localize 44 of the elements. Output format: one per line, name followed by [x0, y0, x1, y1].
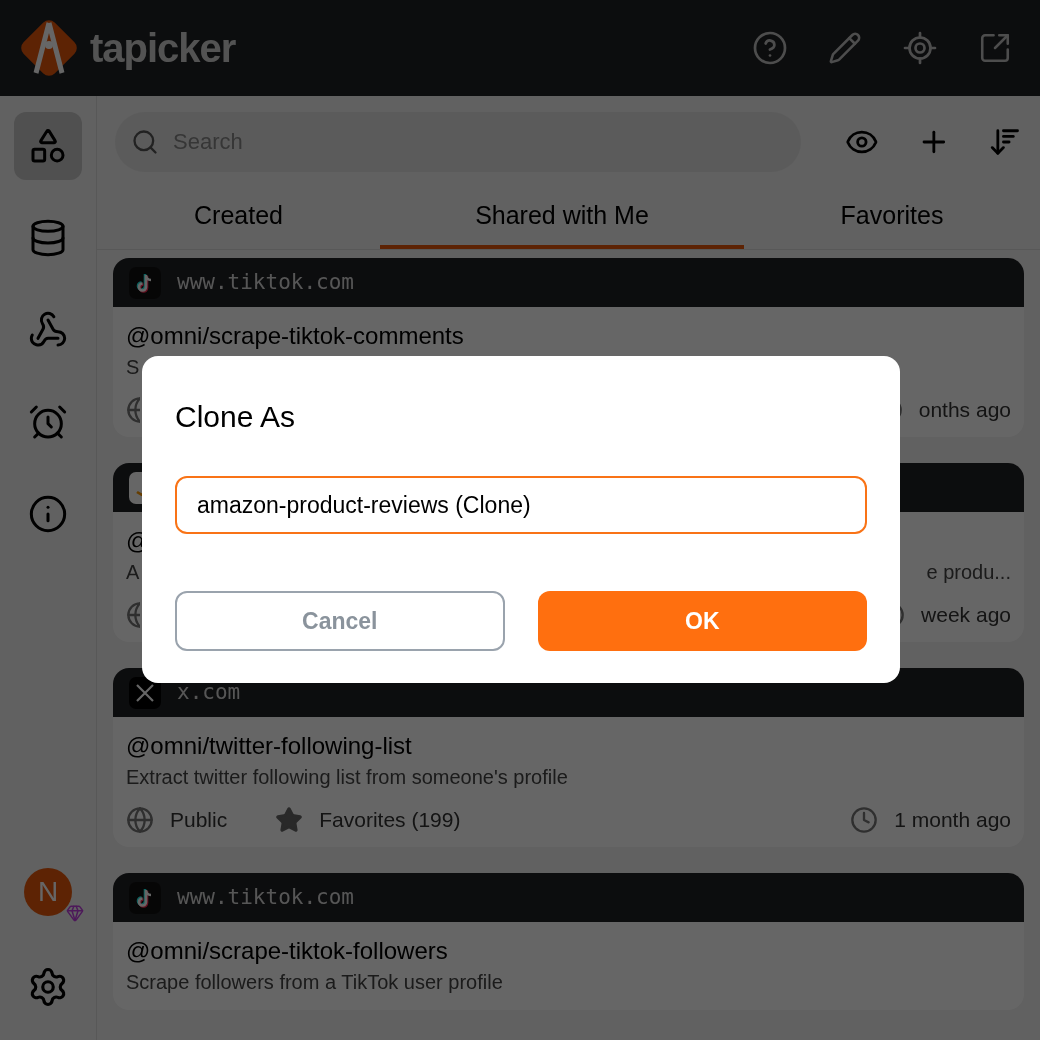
name-input[interactable]: amazon-product-reviews (Clone): [175, 476, 867, 534]
crosshair-icon[interactable]: [902, 30, 938, 66]
music-note-icon: [129, 881, 161, 914]
script-title: @omni/scrape-tiktok-followers: [126, 936, 448, 966]
dialog-title: Clone As: [175, 399, 297, 435]
help-icon[interactable]: [752, 30, 788, 66]
tab[interactable]: Shared with Me: [380, 186, 744, 249]
updated-time: onths ago: [918, 397, 1011, 424]
visibility-label: Public: [170, 807, 228, 834]
search-icon: [131, 128, 159, 156]
script-description: Extract twitter following list from someone's profile: [126, 765, 568, 790]
globe-icon: [126, 601, 140, 629]
star-icon: [275, 806, 304, 834]
cancel-button[interactable]: Cancel: [175, 591, 505, 651]
updated-time: week ago: [921, 602, 1011, 629]
tab[interactable]: Created: [97, 186, 380, 249]
site-url: x.com: [177, 678, 241, 706]
script-card[interactable]: www.tiktok.com @omni/scrape-tiktok-followers Scrape followers from a TikTok user profile: [113, 873, 1024, 1010]
script-description: S: [126, 355, 140, 380]
info-icon: [28, 494, 68, 534]
script-description: Scrape followers from a TikTok user profile: [126, 970, 503, 995]
clock-icon: [850, 806, 879, 834]
favorites-count: Favorites (199): [319, 807, 461, 834]
logo-text: tapicker: [90, 25, 236, 72]
alarm-clock-icon: [28, 402, 68, 442]
script-description: e produ...: [926, 560, 1011, 585]
external-link-icon[interactable]: [978, 31, 1012, 65]
script-card[interactable]: x.com @omni/twitter-following-list Extract twitter following list from someone's profile Public Favorites (199) 1 month ago: [113, 668, 1024, 847]
globe-icon: [126, 396, 140, 424]
gem-icon: [66, 904, 84, 922]
globe-icon: [126, 806, 154, 834]
site-url: www.tiktok.com: [177, 883, 354, 911]
user-avatar[interactable]: N: [24, 868, 72, 916]
ok-button[interactable]: OK: [537, 591, 867, 651]
site-url: www.tiktok.com: [177, 268, 354, 296]
updated-time: 1 month ago: [894, 807, 1011, 834]
script-title: @omni/twitter-following-list: [126, 731, 412, 761]
script-description: A: [126, 560, 140, 585]
music-note-icon: [129, 266, 161, 299]
webhook-icon: [28, 310, 68, 350]
tab[interactable]: Favorites: [744, 186, 1040, 249]
script-title: @omni/scrape-tiktok-comments: [126, 321, 464, 351]
sidebar-item[interactable]: [14, 112, 82, 180]
pencil-icon[interactable]: [828, 31, 862, 65]
